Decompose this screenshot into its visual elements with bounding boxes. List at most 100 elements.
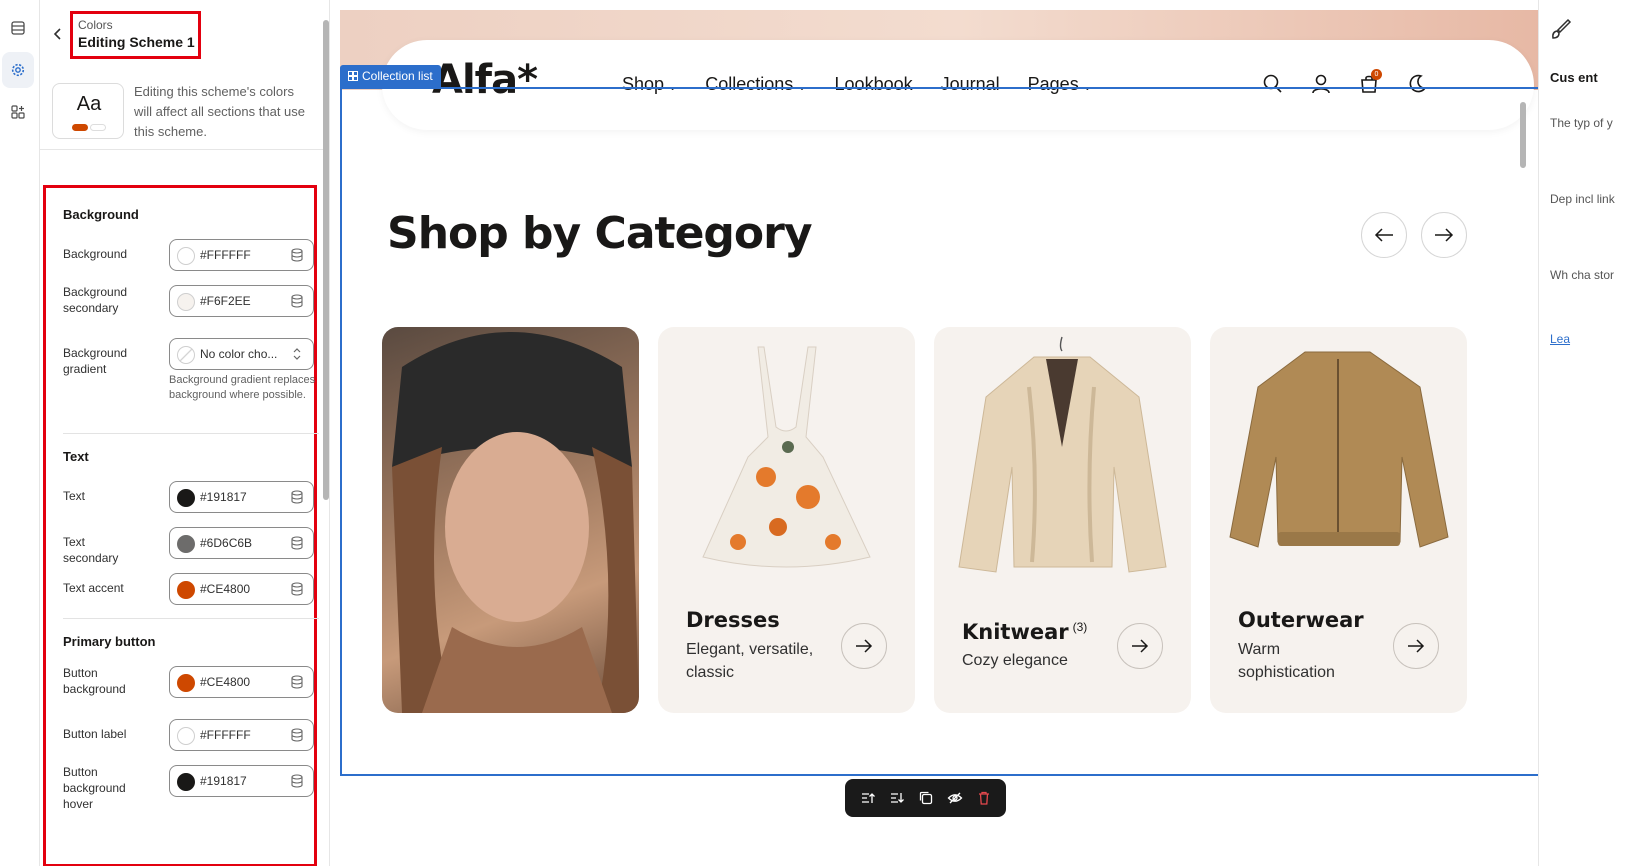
database-icon[interactable]: [290, 490, 304, 504]
field-label-text: Text: [63, 489, 86, 503]
help-paragraph: Wh cha stor: [1550, 268, 1615, 282]
text-accent-value: #CE4800: [200, 582, 251, 596]
collection-arrow-button[interactable]: [841, 623, 887, 669]
section-divider: [63, 618, 319, 619]
arrow-right-icon: [856, 639, 873, 653]
section-divider: [63, 433, 319, 434]
dress-image: [702, 346, 871, 568]
back-button[interactable]: [50, 26, 66, 42]
collection-count: (3): [1072, 620, 1088, 634]
database-icon[interactable]: [290, 728, 304, 742]
background-secondary-swatch: [177, 293, 195, 311]
section-heading: Shop by Category: [387, 208, 813, 259]
database-icon[interactable]: [290, 582, 304, 596]
rail-sections-button[interactable]: [2, 10, 34, 46]
collection-card-knitwear[interactable]: Knitwear (3) Cozy elegance: [934, 327, 1191, 713]
search-icon[interactable]: [1262, 73, 1284, 95]
canvas-scrollbar-thumb[interactable]: [1520, 102, 1526, 168]
text-secondary-color-field[interactable]: #6D6C6B: [169, 527, 314, 559]
button-background-color-field[interactable]: #CE4800: [169, 666, 314, 698]
nav-item-shop[interactable]: Shop ⌄: [622, 74, 677, 95]
preview-canvas: Alfa* Shop ⌄ Collections ⌄ Lookbook Journa…: [340, 10, 1578, 866]
field-label-text-accent: Text accent: [63, 581, 124, 595]
arrow-right-icon: [1408, 639, 1425, 653]
panel-title-box: Colors Editing Scheme 1: [70, 11, 201, 59]
collection-card-dresses[interactable]: Dresses Elegant, versatile, classic: [658, 327, 915, 713]
database-icon[interactable]: [290, 774, 304, 788]
theme-editor: Colors Editing Scheme 1 Aa Editing this …: [0, 0, 1639, 866]
duplicate-icon[interactable]: [918, 790, 934, 806]
nav-item-label: Pages: [1027, 74, 1079, 94]
move-down-icon[interactable]: [889, 790, 905, 806]
apps-icon: [11, 105, 25, 119]
nav-item-label: Collections: [705, 74, 794, 94]
nav-item-pages[interactable]: Pages ⌄: [1028, 74, 1092, 95]
paintbrush-icon: [1552, 18, 1572, 39]
button-background-swatch: [177, 674, 195, 692]
text-color-field[interactable]: #191817: [169, 481, 314, 513]
rail-apps-button[interactable]: [2, 94, 34, 130]
text-accent-color-field[interactable]: #CE4800: [169, 573, 314, 605]
scheme-preview-accent-pill: [72, 124, 88, 131]
selected-section-tag[interactable]: Collection list: [340, 65, 441, 87]
panel-scrollbar[interactable]: [323, 20, 329, 500]
collection-card-photo[interactable]: [382, 327, 639, 713]
canvas-scrollbar[interactable]: [1518, 10, 1528, 830]
collection-title[interactable]: Dresses: [686, 608, 780, 632]
collection-title[interactable]: Knitwear (3): [962, 620, 1087, 644]
database-icon[interactable]: [290, 536, 304, 550]
nav-item-journal[interactable]: Journal: [941, 74, 1000, 95]
text-secondary-value: #6D6C6B: [200, 536, 253, 550]
database-icon[interactable]: [290, 675, 304, 689]
collection-description: Warm sophistication: [1238, 641, 1335, 681]
hide-icon[interactable]: [947, 790, 963, 806]
store-header: Alfa* Shop ⌄ Collections ⌄ Lookbook Journa…: [382, 40, 1534, 130]
section-toolbar: [845, 779, 1006, 817]
text-swatch: [177, 489, 195, 507]
arrow-right-icon: [1132, 639, 1149, 653]
cart-button[interactable]: 0: [1358, 69, 1382, 95]
help-learn-more-link[interactable]: Lea: [1550, 332, 1570, 346]
icon-rail: [0, 0, 40, 866]
collection-title-text: Knitwear: [962, 620, 1069, 644]
collection-arrow-button[interactable]: [1117, 623, 1163, 669]
collection-description: Elegant, versatile, classic: [686, 641, 814, 681]
help-paragraph: The typ of y: [1550, 116, 1613, 130]
section-title-text: Text: [63, 449, 89, 464]
background-color-field[interactable]: #FFFFFF: [169, 239, 314, 271]
button-background-hover-color-field[interactable]: #191817: [169, 765, 314, 797]
moon-icon[interactable]: [1406, 73, 1428, 95]
background-swatch: [177, 247, 195, 265]
database-icon[interactable]: [290, 294, 304, 308]
collection-arrow-button[interactable]: [1393, 623, 1439, 669]
database-icon[interactable]: [290, 248, 304, 262]
cardigan-image: [958, 336, 1167, 573]
background-secondary-color-field[interactable]: #F6F2EE: [169, 285, 314, 317]
rail-settings-button[interactable]: [2, 52, 34, 88]
collection-card-outerwear[interactable]: Outerwear Warm sophistication: [1210, 327, 1467, 713]
arrow-left-icon: [1374, 228, 1393, 242]
nav-item-lookbook[interactable]: Lookbook: [835, 74, 913, 95]
scheme-preview-light-pill: [90, 124, 106, 131]
account-icon[interactable]: [1310, 73, 1332, 95]
collection-title[interactable]: Outerwear: [1238, 608, 1364, 632]
move-up-icon[interactable]: [860, 790, 876, 806]
nav-item-collections[interactable]: Collections ⌄: [705, 74, 806, 95]
gear-icon: [11, 63, 25, 77]
button-background-hover-swatch: [177, 773, 195, 791]
settings-panel: Colors Editing Scheme 1 Aa Editing this …: [40, 0, 330, 866]
background-gradient-value: No color cho...: [200, 347, 278, 361]
store-logo[interactable]: Alfa*: [432, 57, 538, 103]
carousel-next-button[interactable]: [1421, 212, 1467, 258]
scheme-preview-label: Aa: [76, 93, 102, 115]
carousel-prev-button[interactable]: [1361, 212, 1407, 258]
help-title: Cus ent: [1550, 70, 1598, 85]
field-label-button-label: Button label: [63, 727, 127, 741]
chevron-down-icon: ⌄: [1082, 81, 1092, 93]
button-label-color-field[interactable]: #FFFFFF: [169, 719, 314, 751]
grid-icon: [348, 71, 358, 81]
help-paragraph: Dep incl link: [1550, 192, 1615, 206]
delete-icon[interactable]: [976, 790, 992, 806]
field-label-background-secondary: Background secondary: [63, 285, 128, 315]
background-gradient-select[interactable]: No color cho...: [169, 338, 314, 370]
